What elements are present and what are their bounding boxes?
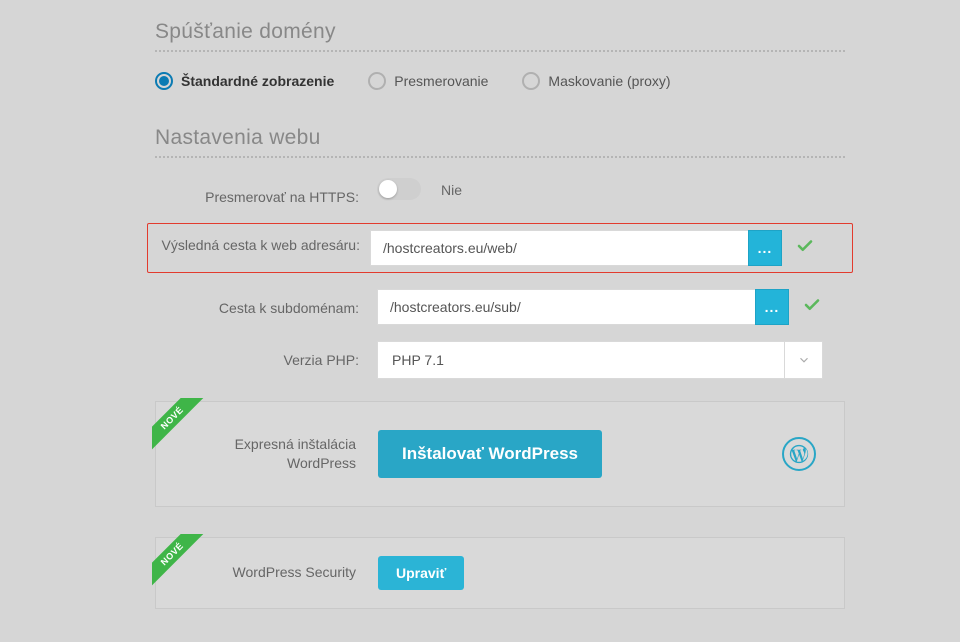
radio-label: Maskovanie (proxy) [548,73,670,89]
https-toggle-state: Nie [441,180,462,198]
row-sub-path: Cesta k subdoménam: ... [155,289,845,325]
label-wp-install: Expresná inštalácia WordPress [184,435,378,473]
check-icon [790,237,814,258]
radio-bullet-icon [155,72,173,90]
label-sub-path: Cesta k subdoménam: [155,289,377,318]
sub-path-input[interactable] [377,289,755,325]
web-path-inputgroup: ... [370,230,782,266]
row-php-version: Verzia PHP: PHP 7.1 [155,341,845,379]
wp-security-edit-button[interactable]: Upraviť [378,556,464,590]
divider [155,50,845,52]
php-version-value: PHP 7.1 [378,352,784,368]
radio-mask[interactable]: Maskovanie (proxy) [522,72,670,90]
section-title-domain: Spúšťanie domény [155,20,845,44]
box-wp-install: NOVÉ Expresná inštalácia WordPress Inšta… [155,401,845,507]
box-wp-security: NOVÉ WordPress Security Upraviť [155,537,845,609]
display-mode-radios: Štandardné zobrazenie Presmerovanie Mask… [155,72,845,90]
section-title-websettings: Nastavenia webu [155,126,845,150]
label-https: Presmerovať na HTTPS: [155,178,377,207]
ribbon-new: NOVÉ [152,534,208,590]
install-wordpress-button[interactable]: Inštalovať WordPress [378,430,602,478]
label-php: Verzia PHP: [155,341,377,370]
radio-bullet-icon [368,72,386,90]
divider [155,156,845,158]
chevron-down-icon [784,342,822,378]
web-path-browse-button[interactable]: ... [748,230,782,266]
sub-path-inputgroup: ... [377,289,789,325]
check-icon [797,296,821,317]
radio-label: Presmerovanie [394,73,488,89]
radio-redirect[interactable]: Presmerovanie [368,72,488,90]
row-https: Presmerovať na HTTPS: Nie [155,178,845,207]
web-path-input[interactable] [370,230,748,266]
row-web-path-highlight: Výsledná cesta k web adresáru: ... [147,223,853,273]
sub-path-browse-button[interactable]: ... [755,289,789,325]
wordpress-icon [782,437,816,471]
radio-standard[interactable]: Štandardné zobrazenie [155,72,334,90]
radio-label: Štandardné zobrazenie [181,73,334,89]
label-web-path: Výsledná cesta k web adresáru: [156,230,370,255]
https-toggle[interactable] [377,178,421,200]
radio-bullet-icon [522,72,540,90]
php-version-select[interactable]: PHP 7.1 [377,341,823,379]
ribbon-new: NOVÉ [152,398,208,454]
label-wp-security: WordPress Security [184,563,378,582]
